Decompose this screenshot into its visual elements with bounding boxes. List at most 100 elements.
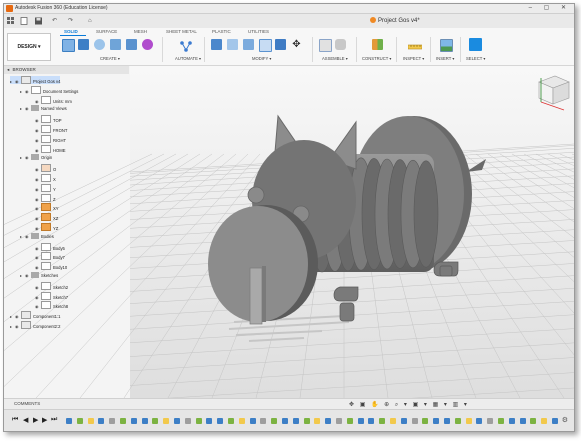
timeline-feature-icon[interactable] — [130, 418, 137, 424]
body-rib — [413, 160, 439, 268]
browser-item[interactable]: ◉ XY — [30, 203, 59, 212]
timeline-feature-icon[interactable] — [336, 418, 342, 424]
timeline-feature-icon[interactable] — [379, 418, 386, 424]
timeline-feature-icon[interactable] — [433, 418, 440, 424]
timeline-feature-icon[interactable] — [465, 418, 472, 424]
timeline-feature-icon[interactable] — [292, 418, 299, 424]
gear-icon — [31, 85, 41, 94]
timeline-feature-icon[interactable] — [314, 418, 321, 424]
browser-item[interactable]: ▸ ◉ Component1:1 — [10, 311, 60, 320]
timeline-play-button[interactable]: ▶ — [33, 416, 38, 424]
timeline-feature-icon[interactable] — [66, 418, 72, 424]
timeline-feature-icon[interactable] — [152, 418, 159, 424]
browser-item[interactable]: ▸ ◉ Project Gos v4 — [10, 76, 61, 84]
comments-label: COMMENTS — [14, 401, 41, 406]
browser-item[interactable]: ◉ Body5 — [30, 242, 65, 251]
browser-item[interactable]: ◉ HOME — [30, 144, 66, 153]
browser-item-label: TOP — [53, 118, 62, 124]
browser-item[interactable]: ◉ Body10 — [30, 262, 68, 271]
axis-icon — [41, 183, 51, 192]
timeline-feature-icon[interactable] — [357, 418, 364, 424]
browser-item[interactable]: ▸ ◉ Sketches — [20, 272, 58, 280]
browser-item[interactable]: ◉ FRONT — [30, 125, 67, 133]
browser-item[interactable]: ◉ TOP — [30, 115, 62, 124]
browser-item[interactable]: ◉ Units: mm — [30, 95, 72, 104]
browser-item[interactable]: ▸ ◉ Origin — [20, 154, 52, 162]
timeline-feature-icon[interactable] — [238, 418, 245, 424]
timeline-feature-icon[interactable] — [476, 418, 483, 424]
timeline-feature-icon[interactable] — [184, 418, 191, 424]
timeline-feature-icon[interactable] — [282, 418, 288, 424]
timeline-feature-icon[interactable] — [487, 418, 494, 424]
timeline-feature-icon[interactable] — [109, 418, 116, 424]
timeline-feature-icon[interactable] — [271, 418, 278, 424]
timeline-feature-icon[interactable] — [552, 418, 558, 424]
browser-item-label: Body5 — [53, 245, 65, 251]
browser-item[interactable]: ◉ Sketch7 — [30, 291, 68, 300]
body-icon — [41, 242, 51, 251]
collapse-icon[interactable]: ◂ — [7, 67, 9, 72]
timeline-feature-icon[interactable] — [454, 418, 461, 424]
browser-item[interactable]: ▸ ◉ Component2:2 — [10, 321, 60, 329]
timeline-feature-icon[interactable] — [76, 418, 83, 424]
timeline-feature-icon[interactable] — [195, 418, 202, 424]
timeline-feature-icon[interactable] — [163, 418, 170, 424]
browser-item-label: Sketch2 — [53, 284, 69, 290]
browser-item[interactable]: ◉ Y — [30, 183, 56, 192]
view-icon — [41, 134, 51, 143]
timeline-back-button[interactable]: ◀ — [23, 416, 28, 424]
timeline-feature-icon[interactable] — [206, 418, 213, 424]
timeline-feature-icon[interactable] — [530, 418, 537, 424]
timeline-feature-icon[interactable] — [228, 418, 234, 424]
timeline-feature-icon[interactable] — [120, 418, 126, 424]
plane-icon — [41, 223, 51, 231]
timeline-feature-icon[interactable] — [400, 418, 407, 424]
timeline-feature-icon[interactable] — [498, 418, 504, 424]
folder-icon — [31, 154, 39, 161]
timeline-forward-button[interactable]: ▶ — [42, 416, 47, 424]
browser-item[interactable]: ▸ ◉ Named Views — [20, 105, 67, 113]
browser-item[interactable]: ▸ ◉ Document Settings — [20, 85, 79, 94]
timeline-feature-icon[interactable] — [303, 418, 310, 424]
browser-item-label: YZ — [53, 226, 59, 231]
timeline-first-button[interactable]: ⏮ — [12, 416, 18, 424]
axis-icon — [41, 174, 51, 182]
timeline-feature-icon[interactable] — [411, 418, 418, 424]
timeline-feature-icon[interactable] — [346, 418, 353, 424]
timeline-settings-icon[interactable]: ⚙ — [562, 416, 568, 424]
browser-item-label: Body10 — [53, 265, 68, 271]
browser-item[interactable]: ◉ Z — [30, 193, 56, 202]
timeline-feature-icon[interactable] — [519, 418, 526, 424]
browser-item-label: Sketches — [41, 273, 59, 278]
browser-item[interactable]: ◉ Sketch8 — [30, 301, 68, 310]
timeline-feature-icon[interactable] — [98, 418, 105, 424]
timeline-feature-icon[interactable] — [260, 418, 267, 424]
timeline-feature-icon[interactable] — [141, 418, 148, 424]
timeline-feature-icon[interactable] — [508, 418, 515, 424]
browser-item[interactable]: ◉ Sketch2 — [30, 281, 69, 290]
timeline-feature-icon[interactable] — [249, 418, 256, 424]
browser-item-label: Document Settings — [43, 88, 79, 94]
comments-panel[interactable]: COMMENTS — [4, 398, 574, 409]
timeline-feature-icon[interactable] — [217, 418, 224, 424]
browser-item[interactable]: ◉ X — [30, 174, 56, 182]
navigation-bar[interactable]: ✥ ▣ ✋ ⊕ ⌕ ▾ ▣ ▾ ▦ ▾ ▥ ▾ — [349, 401, 469, 409]
browser-item-label: RIGHT — [53, 137, 67, 143]
browser-item[interactable]: ◉ Body7 — [30, 252, 65, 261]
browser-item-label: O — [53, 167, 57, 173]
browser-item[interactable]: ◉ XZ — [30, 213, 58, 222]
timeline-feature-icon[interactable] — [87, 418, 94, 424]
browser-item[interactable]: ◉ O — [30, 164, 57, 173]
timeline-last-button[interactable]: ⏭ — [51, 416, 57, 424]
browser-item-label: Named Views — [41, 106, 67, 112]
timeline-feature-icon[interactable] — [390, 418, 396, 424]
browser-item[interactable]: ◉ RIGHT — [30, 134, 67, 143]
timeline-feature-icon[interactable] — [422, 418, 429, 424]
timeline-feature-icon[interactable] — [174, 418, 180, 424]
browser-item[interactable]: ▸ ◉ Bodies — [20, 232, 54, 241]
timeline-feature-icon[interactable] — [325, 418, 332, 424]
browser-item[interactable]: ◉ YZ — [30, 223, 58, 231]
timeline-feature-icon[interactable] — [541, 418, 548, 424]
timeline-feature-icon[interactable] — [368, 418, 375, 424]
timeline-feature-icon[interactable] — [444, 418, 450, 424]
